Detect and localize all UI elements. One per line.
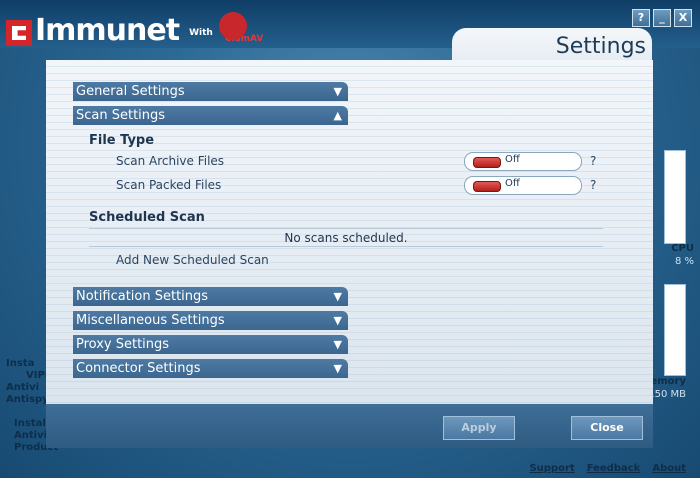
section-connector-settings[interactable]: Connector Settings ▼ (73, 359, 348, 378)
memory-gauge (664, 284, 686, 376)
chevron-down-icon: ▼ (333, 290, 342, 303)
memory-label: emory (650, 376, 686, 387)
chevron-down-icon: ▼ (333, 362, 342, 375)
close-button[interactable]: Close (571, 416, 643, 440)
chevron-down-icon: ▼ (333, 314, 342, 327)
section-general-settings[interactable]: General Settings ▼ (73, 82, 348, 101)
file-type-heading: File Type (89, 133, 155, 148)
chevron-down-icon: ▼ (333, 338, 342, 351)
scan-packed-toggle[interactable]: Off (464, 176, 582, 195)
section-label: Notification Settings (76, 289, 209, 304)
section-proxy-settings[interactable]: Proxy Settings ▼ (73, 335, 348, 354)
settings-dialog: Settings General Settings ▼ Scan Setting… (46, 28, 653, 448)
toggle-state: Off (505, 178, 520, 189)
toggle-knob-icon (473, 181, 501, 192)
scan-archive-label: Scan Archive Files (116, 154, 225, 168)
cpu-value: 8 % (674, 256, 694, 267)
feedback-link[interactable]: Feedback (587, 463, 641, 474)
support-link[interactable]: Support (529, 463, 574, 474)
minimize-button[interactable]: _ (653, 9, 671, 27)
cpu-gauge (664, 150, 686, 244)
toggle-knob-icon (473, 157, 501, 168)
divider (89, 246, 603, 247)
settings-panel: General Settings ▼ Scan Settings ▲ File … (46, 60, 653, 404)
toggle-state: Off (505, 154, 520, 165)
scan-packed-label: Scan Packed Files (116, 178, 222, 192)
section-notification-settings[interactable]: Notification Settings ▼ (73, 287, 348, 306)
help-button[interactable]: ? (632, 9, 650, 27)
dialog-footer: Apply Close (46, 404, 653, 448)
chevron-down-icon: ▼ (333, 85, 342, 98)
scan-archive-help[interactable]: ? (590, 154, 596, 168)
immunet-logo-icon (6, 20, 32, 46)
footer-links: Support Feedback About (529, 463, 686, 474)
close-window-button[interactable]: X (674, 9, 692, 27)
section-label: Miscellaneous Settings (76, 313, 225, 328)
scan-packed-help[interactable]: ? (590, 178, 596, 192)
section-label: Proxy Settings (76, 337, 170, 352)
window-controls: ? _ X (632, 9, 692, 27)
scan-archive-toggle[interactable]: Off (464, 152, 582, 171)
scheduled-scan-heading: Scheduled Scan (89, 210, 205, 225)
dialog-title: Settings (555, 34, 646, 59)
section-miscellaneous-settings[interactable]: Miscellaneous Settings ▼ (73, 311, 348, 330)
section-scan-settings[interactable]: Scan Settings ▲ (73, 106, 348, 125)
section-label: Connector Settings (76, 361, 201, 376)
apply-button[interactable]: Apply (443, 416, 515, 440)
cpu-label: CPU (671, 243, 694, 254)
divider (89, 228, 603, 229)
add-scheduled-scan-link[interactable]: Add New Scheduled Scan (116, 253, 269, 267)
section-label: General Settings (76, 84, 185, 99)
no-scans-text: No scans scheduled. (284, 231, 408, 245)
section-label: Scan Settings (76, 108, 166, 123)
chevron-up-icon: ▲ (333, 109, 342, 122)
about-link[interactable]: About (652, 463, 686, 474)
